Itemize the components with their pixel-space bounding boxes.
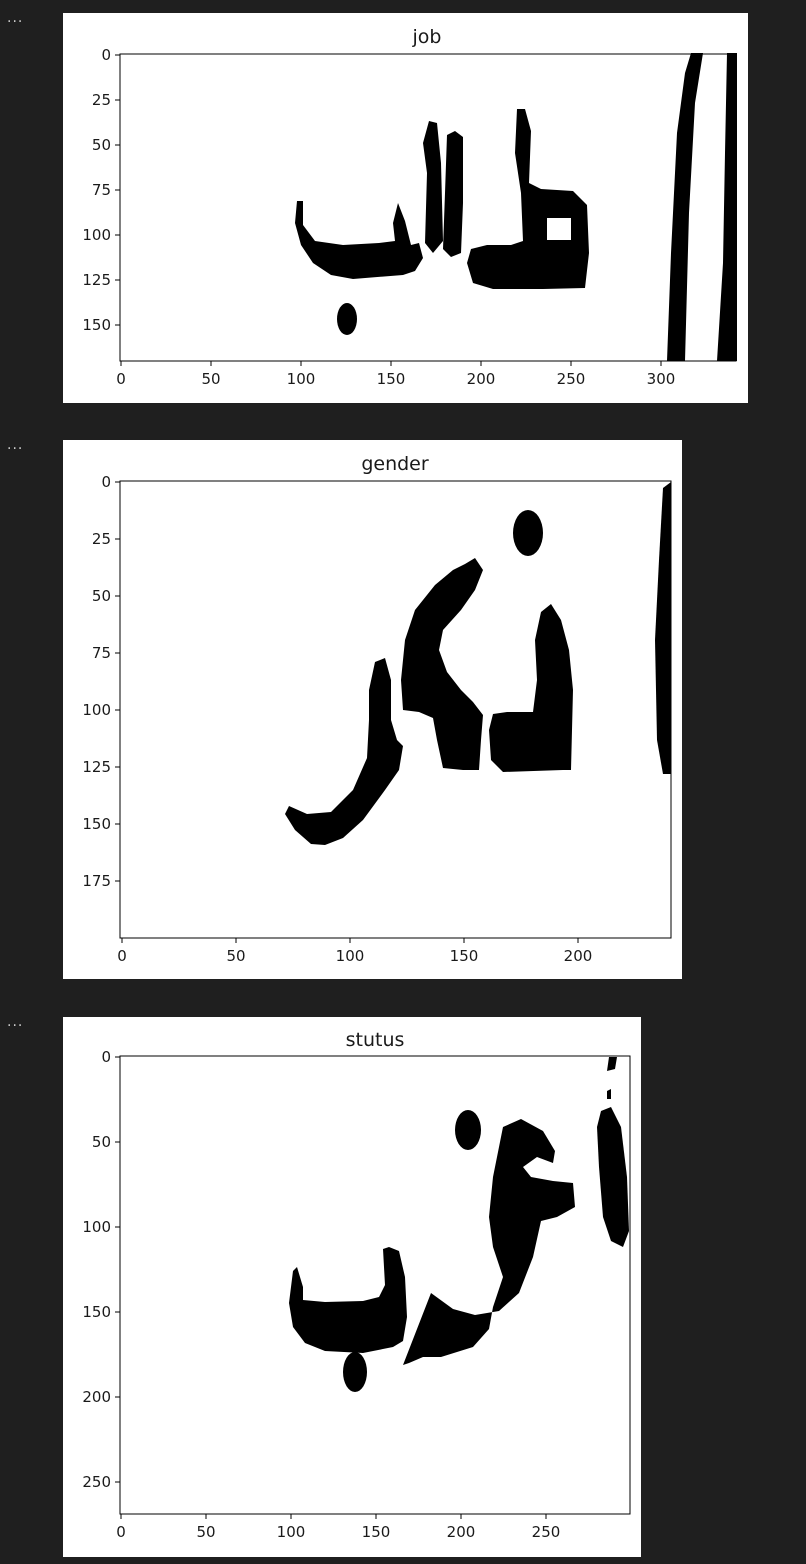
y-tick-label: 25 <box>92 91 111 109</box>
x-tick-label: 200 <box>447 1523 476 1541</box>
y-tick-label: 0 <box>101 1048 111 1066</box>
x-tick-label: 50 <box>226 947 245 965</box>
x-tick-label: 0 <box>116 370 126 388</box>
y-tick-label: 75 <box>92 644 111 662</box>
y-tick-label: 150 <box>82 815 111 833</box>
y-tick-label: 125 <box>82 758 111 776</box>
x-tick-label: 0 <box>117 947 127 965</box>
output-menu-ellipsis[interactable]: ... <box>7 10 23 26</box>
y-tick-label: 200 <box>82 1388 111 1406</box>
x-tick-label: 100 <box>277 1523 306 1541</box>
x-tick-label: 250 <box>532 1523 561 1541</box>
y-tick-label: 150 <box>82 316 111 334</box>
y-tick-label: 50 <box>92 1133 111 1151</box>
x-tick-label: 150 <box>362 1523 391 1541</box>
y-tick-label: 25 <box>92 530 111 548</box>
x-tick-label: 200 <box>564 947 593 965</box>
image-plot-area <box>119 53 737 362</box>
x-tick-label: 100 <box>287 370 316 388</box>
x-tick-label: 300 <box>647 370 676 388</box>
y-tick-label: 175 <box>82 872 111 890</box>
chart-title: gender <box>361 453 429 475</box>
image-plot-area <box>119 480 672 939</box>
y-tick-label: 100 <box>82 226 111 244</box>
x-tick-label: 250 <box>557 370 586 388</box>
output-menu-ellipsis[interactable]: ... <box>7 1014 23 1030</box>
figure-gender: gender 0 50 100 150 200 0 25 50 75 100 1… <box>63 440 682 979</box>
y-tick-label: 50 <box>92 587 111 605</box>
chart-title: job <box>412 26 442 48</box>
y-tick-label: 250 <box>82 1473 111 1491</box>
y-tick-label: 75 <box>92 181 111 199</box>
x-tick-label: 50 <box>196 1523 215 1541</box>
y-tick-label: 100 <box>82 701 111 719</box>
chart-title: stutus <box>346 1029 405 1051</box>
x-tick-label: 200 <box>467 370 496 388</box>
y-tick-label: 125 <box>82 271 111 289</box>
x-tick-label: 50 <box>201 370 220 388</box>
image-plot-area <box>119 1055 631 1515</box>
y-tick-label: 50 <box>92 136 111 154</box>
y-tick-label: 100 <box>82 1218 111 1236</box>
figure-stutus: stutus 0 50 100 150 200 250 0 50 100 150… <box>63 1017 641 1557</box>
output-menu-ellipsis[interactable]: ... <box>7 437 23 453</box>
x-tick-label: 0 <box>116 1523 126 1541</box>
y-tick-label: 0 <box>101 473 111 491</box>
x-tick-label: 150 <box>450 947 479 965</box>
figure-job: job 0 50 100 150 200 250 300 0 25 50 75 … <box>63 13 748 403</box>
x-tick-label: 150 <box>377 370 406 388</box>
y-tick-label: 150 <box>82 1303 111 1321</box>
y-tick-label: 0 <box>101 46 111 64</box>
x-tick-label: 100 <box>336 947 365 965</box>
